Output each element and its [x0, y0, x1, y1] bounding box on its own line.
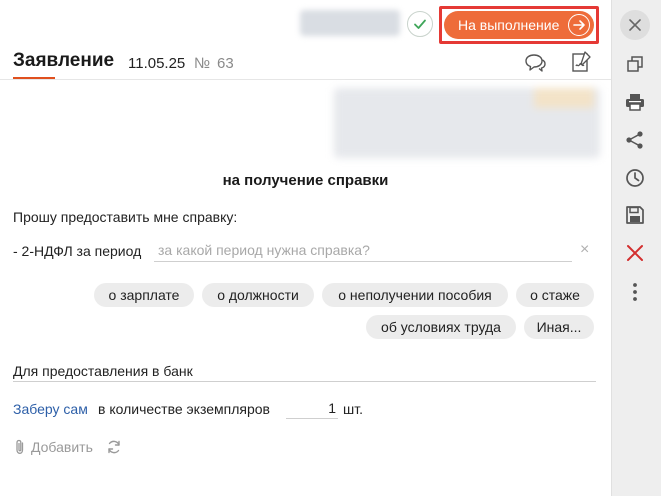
blurred-recipient-block: [334, 88, 600, 158]
delete-icon: [627, 245, 643, 261]
print-button[interactable]: [623, 90, 647, 114]
history-button[interactable]: [623, 166, 647, 190]
refresh-icon[interactable]: [106, 439, 122, 455]
chip-other[interactable]: Иная...: [524, 315, 594, 339]
print-icon: [626, 94, 644, 111]
copies-label: в количестве экземпляров: [98, 401, 270, 417]
document-panel: На выполнение Заявление 11.05.25 № 63 на…: [0, 0, 611, 496]
share-button[interactable]: [623, 128, 647, 152]
clear-icon[interactable]: ×: [580, 241, 589, 259]
chip-salary[interactable]: о зарплате: [94, 283, 194, 307]
chip-no-benefit[interactable]: о неполучении пособия: [322, 283, 508, 307]
more-icon: [633, 283, 637, 301]
close-icon: [629, 19, 641, 31]
chip-seniority[interactable]: о стаже: [516, 283, 594, 307]
header-divider: [0, 79, 611, 80]
approve-button[interactable]: [407, 11, 433, 37]
copy-icon: [627, 56, 643, 72]
copy-button[interactable]: [623, 52, 647, 76]
blurred-author: [300, 10, 400, 36]
number-sign: №: [194, 55, 211, 72]
request-text: Прошу предоставить мне справку:: [13, 209, 238, 225]
delete-button[interactable]: [623, 241, 647, 265]
chip-position[interactable]: о должности: [202, 283, 314, 307]
purpose-underline: [13, 381, 596, 382]
sign-document-icon[interactable]: [569, 50, 593, 74]
history-icon: [626, 169, 644, 187]
execute-button-label: На выполнение: [458, 17, 560, 33]
ndfl-period-label: - 2-НДФЛ за период: [13, 243, 142, 259]
document-date: 11.05.25: [128, 55, 186, 72]
copies-unit: шт.: [343, 401, 363, 417]
comments-icon[interactable]: [523, 52, 547, 74]
add-attachment-label: Добавить: [31, 439, 93, 455]
arrow-right-icon: [568, 14, 590, 36]
pickup-method-link[interactable]: Заберу сам: [13, 401, 88, 417]
page-title: Заявление: [13, 50, 115, 71]
add-attachment-button[interactable]: Добавить: [13, 439, 93, 455]
purpose-field[interactable]: Для предоставления в банк: [13, 363, 193, 379]
more-button[interactable]: [623, 280, 647, 304]
share-icon: [626, 131, 643, 149]
document-heading: на получение справки: [222, 172, 389, 189]
paperclip-icon: [16, 439, 24, 454]
close-button[interactable]: [620, 10, 650, 40]
check-icon: [414, 19, 426, 29]
document-number: 63: [217, 55, 234, 72]
chip-work-conditions[interactable]: об условиях труда: [366, 315, 516, 339]
save-icon: [626, 206, 644, 224]
copies-input[interactable]: [286, 397, 338, 419]
period-input[interactable]: [154, 238, 572, 262]
execute-button[interactable]: На выполнение: [444, 11, 594, 39]
save-button[interactable]: [623, 203, 647, 227]
